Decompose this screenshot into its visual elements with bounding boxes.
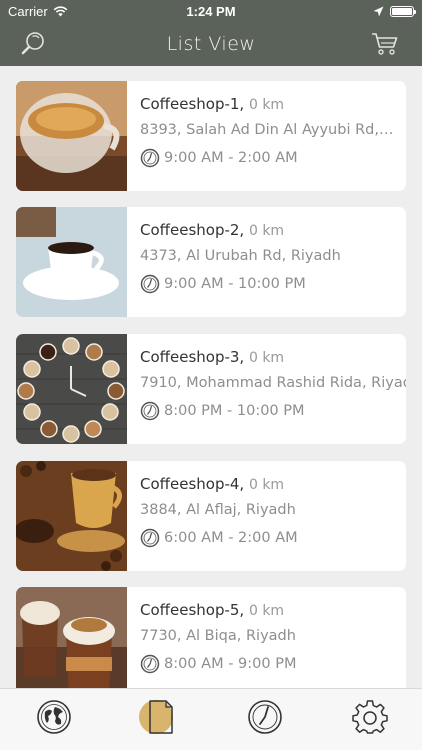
tab-settings[interactable] <box>350 697 390 737</box>
opening-hours: 9:00 AM - 2:00 AM <box>140 148 406 168</box>
carrier-info: Carrier <box>8 4 68 19</box>
opening-hours-text: 9:00 AM - 10:00 PM <box>164 276 306 292</box>
opening-hours-text: 8:00 PM - 10:00 PM <box>164 403 305 419</box>
clock-icon <box>140 654 160 674</box>
tab-map[interactable] <box>34 697 74 737</box>
opening-hours-text: 6:00 AM - 2:00 AM <box>164 530 298 546</box>
opening-hours-text: 9:00 AM - 2:00 AM <box>164 150 298 166</box>
list-item[interactable]: Coffeeshop-2, 0 km 4373, Al Urubah Rd, R… <box>16 207 406 317</box>
coffeeshop-distance: 0 km <box>248 603 285 619</box>
globe-icon <box>37 700 71 734</box>
coffeeshop-photo <box>16 207 127 317</box>
coffeeshop-distance: 0 km <box>248 350 285 366</box>
coffeeshop-name: Coffeeshop-4, <box>140 475 245 493</box>
tab-list[interactable] <box>138 697 178 737</box>
list-item[interactable]: Coffeeshop-3, 0 km 7910, Mohammad Rashid… <box>16 334 406 444</box>
coffeeshop-distance: 0 km <box>248 223 285 239</box>
coffeeshop-list[interactable]: Coffeeshop-1, 0 km 8393, Salah Ad Din Al… <box>0 66 422 688</box>
battery-icon <box>390 5 416 17</box>
search-button[interactable] <box>18 30 48 58</box>
clock-icon <box>140 528 160 548</box>
opening-hours: 6:00 AM - 2:00 AM <box>140 528 406 548</box>
list-item[interactable]: Coffeeshop-4, 0 km 3884, Al Aflaj, Riyad… <box>16 461 406 571</box>
coffeeshop-photo <box>16 81 127 191</box>
location-arrow-icon <box>373 6 384 16</box>
opening-hours: 9:00 AM - 10:00 PM <box>140 274 406 294</box>
clock-icon <box>248 700 282 734</box>
coffeeshop-address: 3884, Al Aflaj, Riyadh <box>140 502 296 518</box>
tab-bar <box>0 688 422 750</box>
carrier-label: Carrier <box>8 3 48 19</box>
status-bar: Carrier 1:24 PM <box>0 0 422 22</box>
coffeeshop-name: Coffeeshop-5, <box>140 601 245 619</box>
clock-icon <box>140 401 160 421</box>
clock-icon <box>140 148 160 168</box>
search-icon <box>21 32 44 55</box>
opening-hours: 8:00 AM - 9:00 PM <box>140 654 406 674</box>
coffeeshop-photo <box>16 334 127 444</box>
coffeeshop-address: 7910, Mohammad Rashid Rida, Riyadh <box>140 375 406 391</box>
navigation-bar: List View <box>0 22 422 66</box>
tab-hours[interactable] <box>245 697 285 737</box>
coffeeshop-name: Coffeeshop-1, <box>140 95 245 113</box>
opening-hours: 8:00 PM - 10:00 PM <box>140 401 406 421</box>
gear-icon <box>352 700 388 734</box>
coffeeshop-distance: 0 km <box>248 477 285 493</box>
coffeeshop-address: 4373, Al Urubah Rd, Riyadh <box>140 248 341 264</box>
opening-hours-text: 8:00 AM - 9:00 PM <box>164 656 297 672</box>
list-item[interactable]: Coffeeshop-5, 0 km 7730, Al Biqa, Riyadh… <box>16 587 406 688</box>
coffeeshop-name: Coffeeshop-3, <box>140 348 245 366</box>
document-icon <box>139 700 173 734</box>
coffeeshop-photo <box>16 587 127 688</box>
wifi-icon <box>53 5 68 16</box>
coffeeshop-photo <box>16 461 127 571</box>
coffeeshop-distance: 0 km <box>248 97 285 113</box>
coffeeshop-address: 7730, Al Biqa, Riyadh <box>140 628 296 644</box>
coffeeshop-address: 8393, Salah Ad Din Al Ayyubi Rd, Riy… <box>140 122 406 138</box>
coffeeshop-name: Coffeeshop-2, <box>140 221 245 239</box>
list-item[interactable]: Coffeeshop-1, 0 km 8393, Salah Ad Din Al… <box>16 81 406 191</box>
clock-icon <box>140 274 160 294</box>
cart-button[interactable] <box>370 30 400 58</box>
page-title: List View <box>166 33 256 55</box>
cart-icon <box>372 33 398 55</box>
